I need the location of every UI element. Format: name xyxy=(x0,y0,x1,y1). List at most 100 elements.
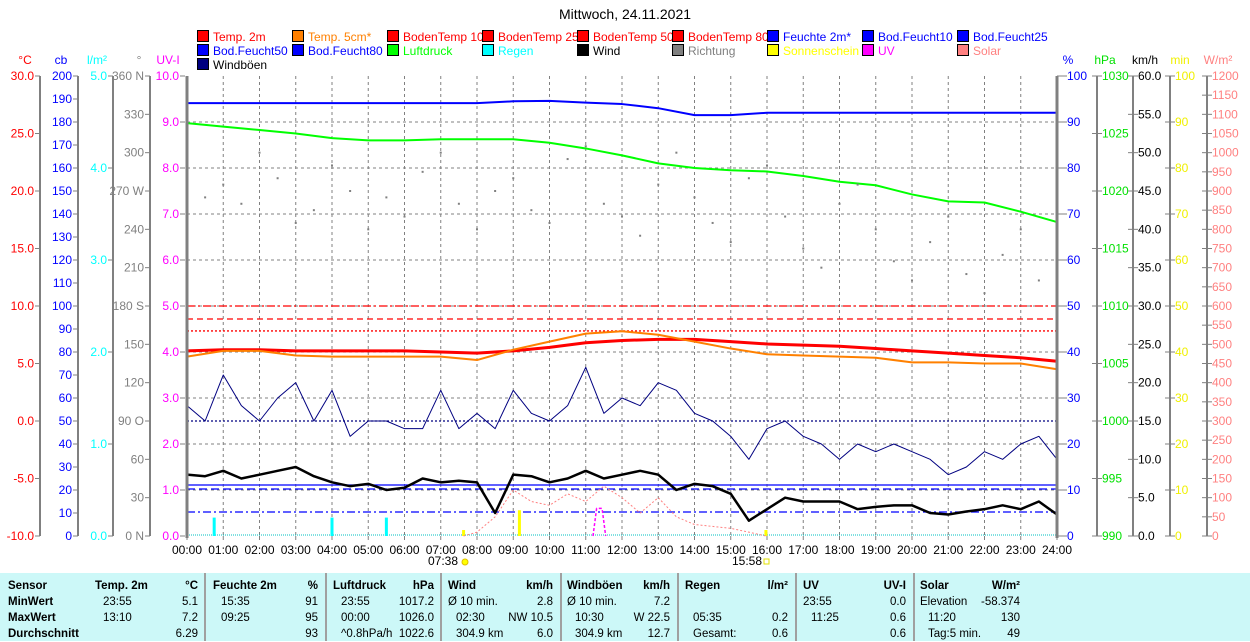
column-header: Solar xyxy=(920,580,949,592)
cell-time: 11:20 xyxy=(928,612,956,624)
cb-tick-label: 100 xyxy=(52,299,72,313)
solar-tick-label: 550 xyxy=(1212,318,1232,332)
sun-axis-unit: min xyxy=(1170,53,1189,67)
cb-tick-label: 150 xyxy=(52,184,72,198)
cell-time: Ø 10 min. xyxy=(567,596,617,608)
direction-point xyxy=(602,202,605,205)
dir-tick-label: 330 xyxy=(124,107,144,121)
column-divider xyxy=(795,573,797,641)
direction-point xyxy=(929,241,932,244)
sunshine-bar xyxy=(517,510,521,536)
cell-time: 05:35 xyxy=(693,612,722,624)
cell-time: 09:25 xyxy=(221,612,250,624)
uv-tick-label: 0.0 xyxy=(162,529,179,543)
solar-axis-unit: W/m² xyxy=(1204,53,1233,67)
solar-tick-label: 250 xyxy=(1212,433,1232,447)
sunrise-time: 07:38 xyxy=(428,554,458,568)
rain-bar xyxy=(384,517,388,536)
column-header: Temp. 2m xyxy=(95,580,148,592)
x-tick-label: 00:00 xyxy=(172,543,202,557)
cell-value: 12.7 xyxy=(647,628,670,640)
wind-tick-label: 5.0 xyxy=(1138,491,1155,505)
column-divider xyxy=(560,573,562,641)
dir-tick-label: 60 xyxy=(131,452,145,466)
direction-point xyxy=(385,196,388,199)
cell-time: 304.9 km xyxy=(575,628,623,640)
solar-tick-label: 1000 xyxy=(1212,146,1239,160)
solar-tick-label: 150 xyxy=(1212,472,1232,486)
cb-tick-label: 20 xyxy=(59,483,73,497)
dir-tick-label: 180 S xyxy=(113,299,144,313)
wind-tick-label: 40.0 xyxy=(1138,222,1162,236)
cell-value: 1022.6 xyxy=(398,628,434,640)
column-header: Luftdruck xyxy=(333,580,387,592)
uv-axis-unit: UV-I xyxy=(156,53,179,67)
solar-tick-label: 850 xyxy=(1212,203,1232,217)
press-tick-label: 1020 xyxy=(1102,184,1129,198)
solar-tick-label: 650 xyxy=(1212,280,1232,294)
column-divider xyxy=(204,573,206,641)
column-header: Windböen xyxy=(567,580,623,592)
rain-tick-label: 4.0 xyxy=(90,161,107,175)
column-unit: km/h xyxy=(526,580,553,592)
rain-bar xyxy=(330,517,334,536)
solar-tick-label: 350 xyxy=(1212,395,1232,409)
cell-value: 0.6 xyxy=(890,612,906,624)
sunset-time: 15:58 xyxy=(732,554,762,568)
cell-time: 11:25 xyxy=(811,612,839,624)
column-unit: UV-I xyxy=(883,580,906,592)
wind-tick-label: 55.0 xyxy=(1138,107,1162,121)
direction-point xyxy=(494,190,497,192)
uv-tick-label: 5.0 xyxy=(162,299,179,313)
cb-tick-label: 90 xyxy=(59,322,73,336)
cell-value: 1026.0 xyxy=(398,612,434,624)
direction-point xyxy=(476,228,478,231)
uv-tick-label: 6.0 xyxy=(162,253,179,267)
solar-tick-label: 400 xyxy=(1212,376,1232,390)
column-header: UV xyxy=(803,580,819,592)
sun-tick-label: 10 xyxy=(1175,483,1189,497)
cell-time: 13:10 xyxy=(103,612,132,624)
direction-point xyxy=(349,190,352,192)
dir-axis-unit: ° xyxy=(137,53,142,67)
direction-point xyxy=(421,170,424,173)
cell-time: Tag:5 min. xyxy=(928,628,982,640)
solar-tick-label: 950 xyxy=(1212,165,1232,179)
sun-tick-label: 30 xyxy=(1175,391,1189,405)
press-tick-label: 1025 xyxy=(1102,127,1129,141)
column-unit: °C xyxy=(185,580,198,592)
row-label: MinWert xyxy=(8,596,54,608)
direction-point xyxy=(367,228,370,231)
direction-point xyxy=(530,209,533,212)
solar-tick-label: 1200 xyxy=(1212,69,1239,83)
cb-tick-label: 140 xyxy=(52,207,72,221)
uv-tick-label: 3.0 xyxy=(162,391,179,405)
sun-tick-label: 60 xyxy=(1175,253,1189,267)
column-unit: km/h xyxy=(643,580,670,592)
hum-tick-label: 90 xyxy=(1067,115,1081,129)
direction-point xyxy=(548,221,551,224)
solar-line xyxy=(463,485,767,537)
column-divider xyxy=(677,573,679,641)
solar-tick-label: 900 xyxy=(1212,184,1232,198)
rain-tick-label: 1.0 xyxy=(90,437,107,451)
x-tick-label: 20:00 xyxy=(897,543,927,557)
cb-axis-unit: cb xyxy=(55,53,68,67)
direction-point xyxy=(457,202,460,205)
uv-tick-label: 2.0 xyxy=(162,437,179,451)
solar-tick-label: 100 xyxy=(1212,491,1232,505)
direction-point xyxy=(1037,279,1040,282)
solar-tick-label: 1050 xyxy=(1212,127,1239,141)
direction-point xyxy=(838,202,841,205)
temp-tick-label: 15.0 xyxy=(11,242,35,256)
sunset-icon xyxy=(763,558,770,565)
sun-tick-label: 100 xyxy=(1175,69,1195,83)
x-tick-label: 17:00 xyxy=(788,543,818,557)
row-label: MaxWert xyxy=(8,612,56,624)
cell-value: 2.8 xyxy=(537,596,553,608)
x-tick-label: 04:00 xyxy=(317,543,347,557)
cell-value: 1017.2 xyxy=(398,596,434,608)
x-tick-label: 08:00 xyxy=(462,543,492,557)
dir-tick-label: 90 O xyxy=(118,414,144,428)
direction-point xyxy=(983,292,986,295)
